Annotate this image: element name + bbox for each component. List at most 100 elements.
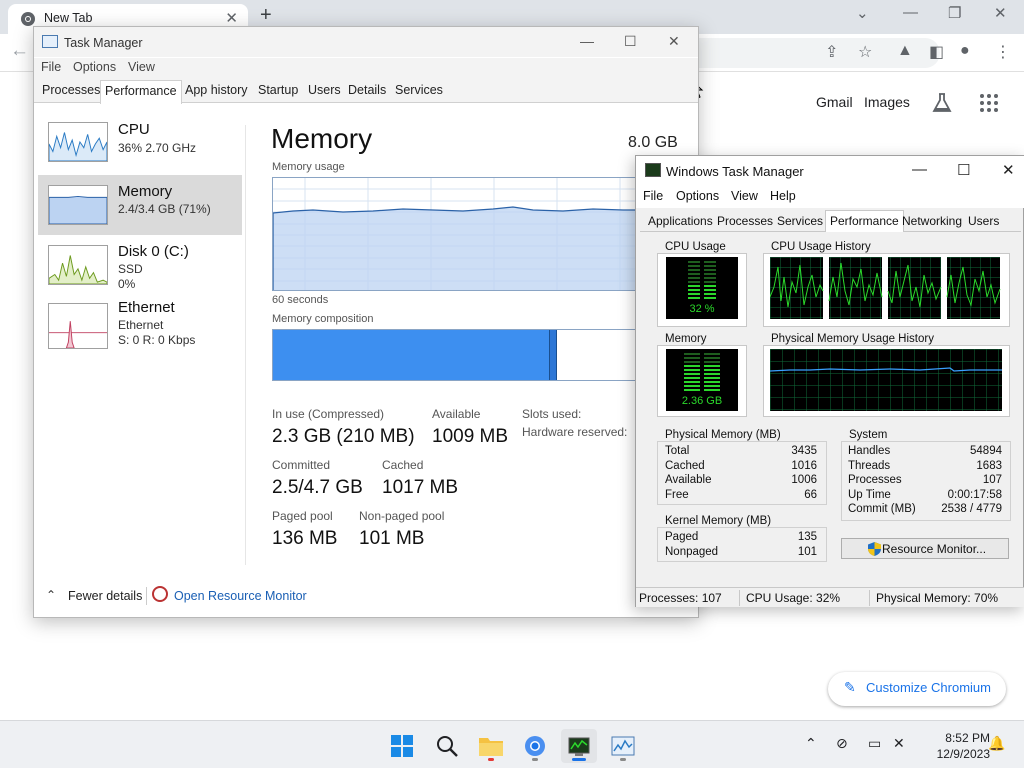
hardware-reserved-label: Hardware reserved: bbox=[522, 425, 628, 439]
close-icon[interactable]: ✕ bbox=[1002, 161, 1015, 179]
maximize-icon[interactable]: ☐ bbox=[957, 161, 970, 179]
available-label: Available bbox=[432, 407, 481, 421]
tab-performance[interactable]: Performance bbox=[100, 80, 182, 104]
chevron-up-icon[interactable]: ⌃ bbox=[46, 588, 56, 602]
labs-flask-icon[interactable] bbox=[931, 93, 953, 113]
tm-titlebar[interactable]: Task Manager — ☐ ✕ bbox=[34, 27, 698, 57]
tab-details[interactable]: Details bbox=[344, 83, 390, 103]
maximize-icon[interactable]: ☐ bbox=[624, 33, 637, 50]
tab-services[interactable]: Services bbox=[777, 214, 823, 228]
composition-modified-segment bbox=[549, 330, 557, 380]
disk-mini-graph bbox=[48, 245, 108, 285]
share-icon[interactable]: ⇪ bbox=[825, 42, 838, 62]
extensions-icon[interactable]: ▲ bbox=[897, 42, 913, 60]
chevron-down-icon[interactable]: ⌄ bbox=[856, 4, 869, 22]
memory-value: 2.36 GB bbox=[681, 395, 723, 407]
display-icon[interactable]: ▭ bbox=[868, 735, 881, 752]
search-button[interactable] bbox=[429, 729, 465, 763]
minimize-icon[interactable]: — bbox=[580, 33, 594, 49]
list-item: Handles 54894 bbox=[848, 445, 1002, 459]
wtm-titlebar[interactable]: Windows Task Manager — ☐ ✕ bbox=[636, 156, 1024, 186]
tm-window-title: Task Manager bbox=[64, 36, 143, 50]
cached-value: 1017 MB bbox=[382, 477, 459, 498]
wtm-menubar: File Options View Help bbox=[636, 186, 1024, 208]
row-key: Handles bbox=[848, 445, 891, 457]
row-value: 107 bbox=[982, 474, 1002, 486]
memory-composition-bar bbox=[272, 329, 652, 381]
paged-pool-value: 136 MB bbox=[272, 528, 338, 549]
row-key: Processes bbox=[848, 474, 902, 486]
menu-kebab-icon[interactable]: ⋮ bbox=[995, 42, 1011, 62]
sidebar-item-cpu[interactable]: CPU 36% 2.70 GHz bbox=[38, 115, 242, 175]
menu-file[interactable]: File bbox=[643, 189, 663, 203]
bookmark-star-icon[interactable]: ☆ bbox=[858, 42, 872, 62]
chevron-up-icon[interactable]: ⌃ bbox=[805, 735, 817, 752]
row-key: Paged bbox=[665, 531, 699, 543]
open-resource-monitor-link[interactable]: Open Resource Monitor bbox=[174, 589, 307, 603]
restore-icon[interactable]: ❐ bbox=[948, 4, 961, 22]
row-key: Available bbox=[665, 474, 712, 486]
menu-view[interactable]: View bbox=[731, 189, 758, 203]
menu-options[interactable]: Options bbox=[73, 60, 116, 74]
search-icon bbox=[437, 736, 458, 757]
customize-chromium-button[interactable]: ✎ Customize Chromium bbox=[828, 672, 1006, 706]
back-arrow-icon[interactable]: ← bbox=[10, 40, 29, 62]
file-explorer-button[interactable] bbox=[473, 729, 509, 763]
in-use-value: 2.3 GB (210 MB) bbox=[272, 426, 415, 447]
cached-label: Cached bbox=[382, 458, 424, 472]
tab-performance[interactable]: Performance bbox=[825, 210, 904, 232]
google-apps-icon[interactable] bbox=[980, 94, 1000, 112]
minimize-icon[interactable]: — bbox=[912, 161, 927, 178]
network-disconnected-icon[interactable]: ⊘ bbox=[836, 735, 848, 752]
notification-bell-icon[interactable]: 🔔 bbox=[988, 735, 1005, 752]
list-item: Commit (MB) 2538 / 4779 bbox=[848, 503, 1002, 517]
tab-applications[interactable]: Applications bbox=[648, 214, 713, 228]
task-manager-icon bbox=[611, 736, 635, 756]
tab-users[interactable]: Users bbox=[968, 214, 999, 228]
tab-processes[interactable]: Processes bbox=[717, 214, 773, 228]
side-panel-icon[interactable]: ◧ bbox=[929, 42, 944, 62]
classic-task-manager-taskbar-button[interactable] bbox=[561, 729, 597, 763]
memory-usage-label: Memory usage bbox=[272, 161, 345, 173]
start-button[interactable] bbox=[384, 729, 420, 763]
tab-users[interactable]: Users bbox=[304, 83, 345, 103]
new-tab-icon[interactable]: + bbox=[260, 4, 272, 27]
sidebar-item-disk[interactable]: Disk 0 (C:) SSD 0% bbox=[38, 235, 242, 295]
tab-processes[interactable]: Processes bbox=[38, 83, 104, 103]
gmail-link[interactable]: Gmail bbox=[816, 94, 853, 110]
task-manager-taskbar-button[interactable] bbox=[605, 729, 641, 763]
minimize-icon[interactable]: — bbox=[903, 4, 918, 21]
sidebar-item-memory[interactable]: Memory 2.4/3.4 GB (71%) bbox=[38, 175, 242, 235]
sidebar-sub-ethernet-name: Ethernet bbox=[118, 318, 164, 332]
close-icon[interactable]: ✕ bbox=[994, 4, 1007, 22]
cpu-mini-graph bbox=[48, 122, 108, 162]
row-key: Up Time bbox=[848, 489, 891, 501]
chromium-taskbar-button[interactable] bbox=[517, 729, 553, 763]
status-separator bbox=[869, 590, 870, 606]
tab-app-history[interactable]: App history bbox=[181, 83, 252, 103]
menu-options[interactable]: Options bbox=[676, 189, 719, 203]
system-table: Handles 54894 Threads 1683 Processes 107 Up… bbox=[848, 445, 1002, 519]
close-icon[interactable]: ✕ bbox=[668, 33, 680, 50]
profile-icon[interactable]: ● bbox=[960, 42, 970, 60]
taskbar-clock[interactable]: 8:52 PM 12/9/2023 bbox=[920, 730, 990, 762]
wtm-tabbar: Applications Processes Services Performa… bbox=[640, 210, 1021, 232]
volume-muted-icon[interactable]: ✕ bbox=[893, 735, 905, 752]
tab-services[interactable]: Services bbox=[391, 83, 447, 103]
menu-help[interactable]: Help bbox=[770, 189, 796, 203]
close-icon[interactable]: ✕ bbox=[225, 9, 238, 27]
images-link[interactable]: Images bbox=[864, 94, 910, 110]
row-value: 1016 bbox=[791, 460, 817, 472]
active-indicator bbox=[572, 758, 586, 761]
sidebar-item-ethernet[interactable]: Ethernet Ethernet S: 0 R: 0 Kbps bbox=[38, 295, 242, 355]
wtm-status-bar: Processes: 107 CPU Usage: 32% Physical M… bbox=[636, 587, 1024, 607]
tab-networking[interactable]: Networking bbox=[902, 214, 962, 228]
resource-monitor-button[interactable]: Resource Monitor... bbox=[841, 538, 1009, 559]
chromium-icon bbox=[21, 12, 35, 26]
menu-view[interactable]: View bbox=[128, 60, 155, 74]
tab-startup[interactable]: Startup bbox=[254, 83, 302, 103]
sidebar-sub-disk-usage: 0% bbox=[118, 277, 136, 291]
fewer-details-button[interactable]: Fewer details bbox=[68, 589, 142, 603]
row-value: 66 bbox=[804, 489, 817, 501]
menu-file[interactable]: File bbox=[41, 60, 61, 74]
